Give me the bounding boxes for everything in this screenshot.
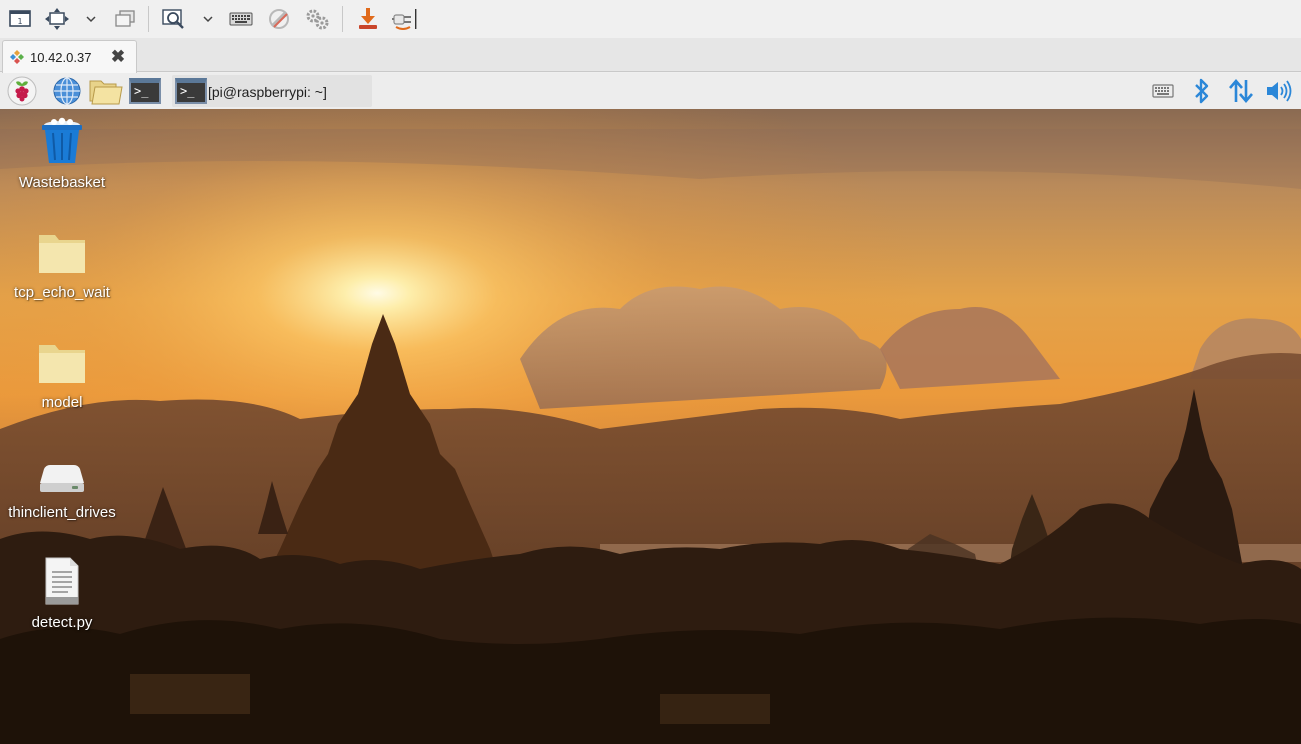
file-manager-icon[interactable] [88, 76, 124, 106]
terminal-icon[interactable]: >_ [128, 76, 162, 106]
desktop[interactable]: Wastebasket tcp_echo_wait model thinclie… [0, 109, 1301, 744]
toolbar-separator [148, 6, 149, 32]
connection-tab[interactable]: 10.42.0.37 ✖ [2, 40, 137, 73]
connection-tab-strip: 10.42.0.37 ✖ [0, 38, 1301, 73]
zoom-icon[interactable] [161, 6, 187, 32]
desktop-icon-drive[interactable]: thinclient_drives [5, 447, 119, 523]
chevron-down-icon[interactable] [201, 6, 215, 32]
wallpaper [0, 109, 1301, 744]
desktop-icon-folder[interactable]: model [5, 337, 119, 413]
desktop-icon-label: Wastebasket [18, 174, 106, 191]
disconnect-icon[interactable] [391, 6, 417, 32]
desktop-icon-folder[interactable]: tcp_echo_wait [5, 227, 119, 303]
fit-screen-icon[interactable] [44, 6, 70, 32]
volume-icon[interactable] [1264, 76, 1294, 106]
drive-icon [36, 447, 88, 495]
toolbar-separator [342, 6, 343, 32]
bluetooth-icon[interactable] [1189, 76, 1215, 106]
web-browser-icon[interactable] [51, 76, 83, 106]
duplicate-window-icon[interactable] [112, 6, 138, 32]
text-file-icon [36, 557, 88, 605]
taskbar-window-terminal[interactable]: >_ [pi@raspberrypi: ~] [172, 75, 372, 107]
close-tab-icon[interactable]: ✖ [109, 47, 127, 67]
raspberry-menu-icon[interactable] [5, 76, 39, 106]
window-mode-icon[interactable]: 1 [7, 6, 33, 32]
tools-icon[interactable] [266, 6, 292, 32]
taskbar-window-label: [pi@raspberrypi: ~] [208, 84, 327, 100]
keyboard-icon[interactable] [228, 6, 254, 32]
folder-icon [36, 227, 88, 275]
wastebasket-icon [36, 117, 88, 165]
desktop-panel: >_ >_ [pi@raspberrypi: ~] [0, 73, 1301, 109]
folder-icon [36, 337, 88, 385]
chevron-down-icon[interactable] [84, 6, 98, 32]
desktop-icon-wastebasket[interactable]: Wastebasket [5, 117, 119, 193]
desktop-icon-label: tcp_echo_wait [14, 284, 110, 301]
terminal-icon: >_ [174, 76, 208, 106]
svg-text:1: 1 [17, 17, 22, 26]
download-icon[interactable] [355, 6, 381, 32]
network-icon[interactable] [1226, 76, 1256, 106]
connection-tab-label: 10.42.0.37 [30, 50, 92, 65]
desktop-icon-label: thinclient_drives [8, 504, 116, 521]
connection-icon [9, 49, 25, 65]
settings-icon[interactable] [304, 6, 330, 32]
desktop-icon-file[interactable]: detect.py [5, 557, 119, 633]
client-toolbar: 1 [0, 0, 1301, 38]
desktop-icon-label: model [41, 394, 83, 411]
desktop-icon-label: detect.py [31, 614, 93, 631]
keyboard-icon[interactable] [1150, 76, 1176, 106]
